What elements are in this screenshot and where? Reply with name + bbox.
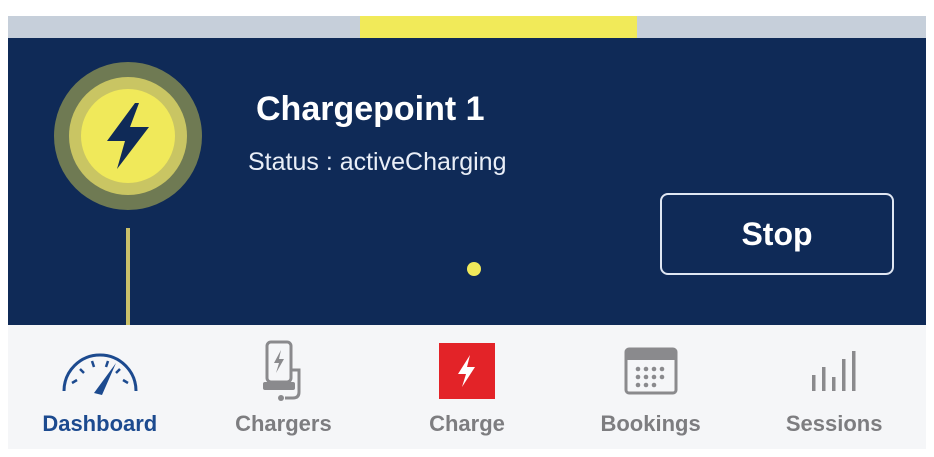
charger-icon: [238, 339, 328, 403]
tab-charge[interactable]: Charge: [375, 325, 559, 449]
lightning-bolt-icon: [107, 103, 149, 169]
charging-badge-core: [81, 89, 175, 183]
tab-chargers-label: Chargers: [235, 411, 332, 436]
chargepoint-panel: Chargepoint 1 Status : activeCharging St…: [8, 38, 926, 325]
progress-dot: [467, 262, 481, 276]
top-strip-accent: [360, 16, 637, 38]
tab-bookings[interactable]: Bookings: [559, 325, 743, 449]
calendar-icon: [606, 339, 696, 403]
tab-sessions-label: Sessions: [785, 411, 883, 436]
speedometer-icon: [55, 339, 145, 403]
tab-chargers[interactable]: Chargers: [192, 325, 376, 449]
bottom-tab-bar: Dashboard Chargers Charge Bookings Sessi…: [8, 325, 926, 449]
right-edge: [926, 16, 934, 457]
bar-chart-icon: [789, 339, 879, 403]
tab-sessions[interactable]: Sessions: [742, 325, 926, 449]
tab-charge-label: Charge: [429, 411, 505, 436]
lightning-icon: [422, 339, 512, 403]
tab-bookings-label: Bookings: [600, 411, 701, 436]
connector-line: [126, 228, 130, 325]
charging-badge-ring: [69, 77, 187, 195]
app-screen: Chargepoint 1 Status : activeCharging St…: [0, 0, 934, 457]
tab-dashboard[interactable]: Dashboard: [8, 325, 192, 449]
charging-badge: [54, 62, 202, 210]
stop-button[interactable]: Stop: [660, 193, 894, 275]
top-status-strip: [8, 16, 926, 38]
chargepoint-status: Status : activeCharging: [248, 148, 507, 176]
chargepoint-title: Chargepoint 1: [256, 90, 485, 128]
tab-dashboard-label: Dashboard: [42, 411, 158, 436]
